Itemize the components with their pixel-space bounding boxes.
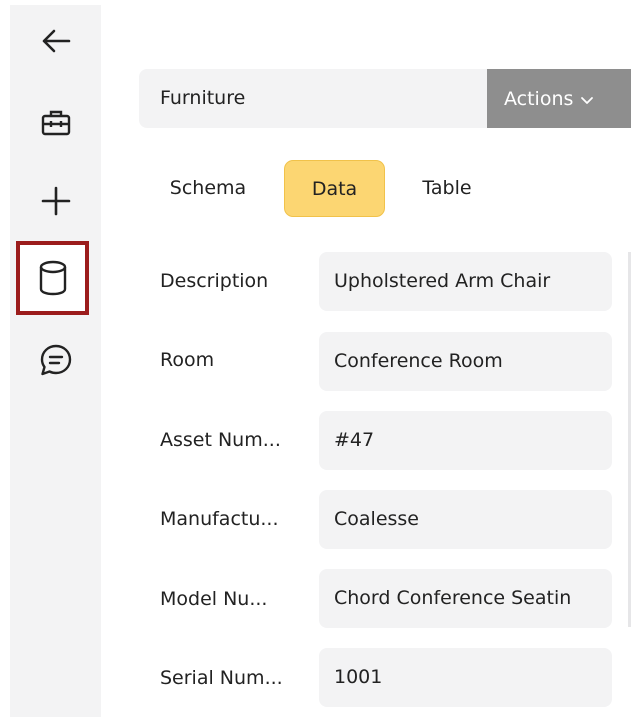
briefcase-icon xyxy=(41,110,70,136)
icon-rail xyxy=(10,5,101,717)
chevron-down-icon xyxy=(580,88,594,110)
field-model-number[interactable]: Chord Conference Seatin xyxy=(319,569,612,628)
field-label-room: Room xyxy=(160,349,215,371)
plus-icon xyxy=(41,186,70,216)
data-nav-button[interactable] xyxy=(16,241,89,315)
toolbox-button[interactable] xyxy=(10,87,101,159)
chat-button[interactable] xyxy=(10,324,101,396)
tab-schema[interactable]: Schema xyxy=(153,160,263,217)
record-title: Furniture xyxy=(160,87,246,109)
tab-table[interactable]: Table xyxy=(403,160,491,217)
chat-icon xyxy=(40,344,71,376)
actions-label: Actions xyxy=(504,87,574,110)
field-serial-number[interactable]: 1001 xyxy=(319,648,612,707)
record-header: Furniture Actions xyxy=(139,69,631,128)
field-manufacturer[interactable]: Coalesse xyxy=(319,490,612,549)
field-label-description: Description xyxy=(160,270,269,292)
add-button[interactable] xyxy=(10,165,101,237)
app-window: Furniture Actions Schema Data Table Desc… xyxy=(0,0,631,717)
back-button[interactable] xyxy=(10,5,101,77)
field-room[interactable]: Conference Room xyxy=(319,332,612,391)
database-icon xyxy=(39,260,66,296)
field-description[interactable]: Upholstered Arm Chair xyxy=(319,252,612,311)
field-asset-number[interactable]: #47 xyxy=(319,411,612,470)
field-label-asset-number: Asset Num... xyxy=(160,429,281,451)
back-arrow-icon xyxy=(42,29,70,53)
field-label-serial-number: Serial Num... xyxy=(160,667,283,689)
field-label-model-number: Model Nu... xyxy=(160,588,268,610)
actions-button[interactable]: Actions xyxy=(487,69,631,128)
tab-data[interactable]: Data xyxy=(284,160,385,217)
field-label-manufacturer: Manufactu... xyxy=(160,508,279,530)
